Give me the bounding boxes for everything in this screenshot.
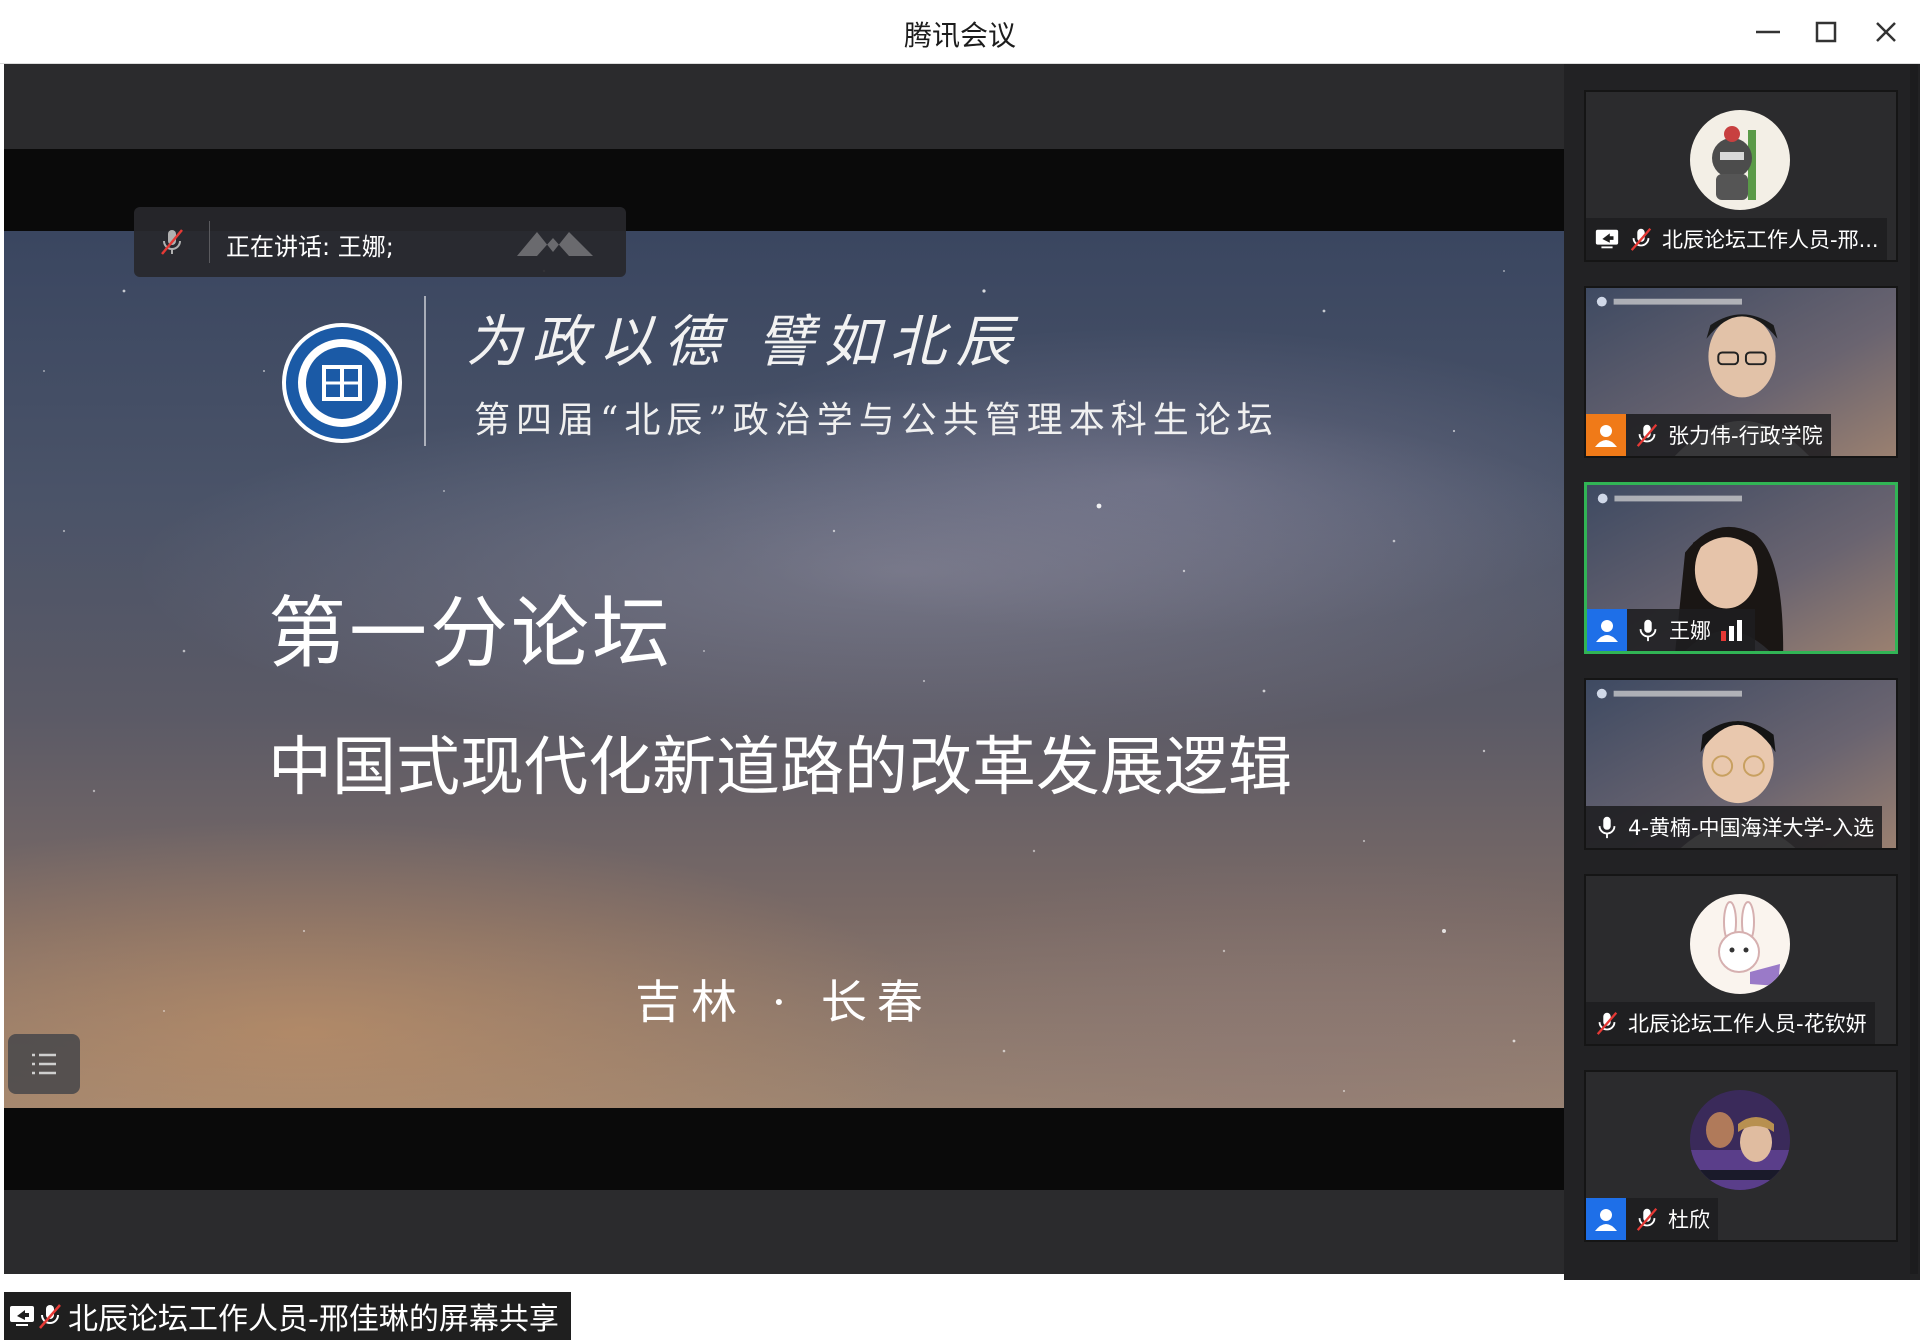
muted-mic-icon: [39, 1304, 61, 1329]
participant-tile[interactable]: 张力伟-行政学院: [1584, 286, 1898, 458]
sidebar-scrollbar[interactable]: [1910, 64, 1918, 1274]
participant-tag: 北辰论坛工作人员-花钦妍: [1586, 1002, 1875, 1044]
slide-sub-forum-title: 第一分论坛: [268, 589, 674, 679]
screen-share-owner: 北辰论坛工作人员-邢佳琳的屏幕共享: [68, 1302, 559, 1337]
participant-tile[interactable]: 北辰论坛工作人员-邢...: [1584, 90, 1898, 262]
participant-tag: 北辰论坛工作人员-邢...: [1586, 218, 1887, 260]
muted-mic-icon: [1596, 1012, 1618, 1035]
minimize-icon[interactable]: [1752, 16, 1784, 48]
speaking-text: 正在讲话: 王娜;: [226, 233, 394, 261]
avatar: [1690, 110, 1790, 210]
mic-icon: [1639, 619, 1657, 642]
avatar: [1690, 1090, 1790, 1190]
participant-name: 杜欣: [1668, 1208, 1710, 1232]
title-bar: 腾讯会议: [0, 0, 1920, 64]
participant-tile[interactable]: 杜欣: [1584, 1070, 1898, 1242]
participant-tile[interactable]: 北辰论坛工作人员-花钦妍: [1584, 874, 1898, 1046]
speaking-indicator: 正在讲话: 王娜;: [134, 207, 626, 277]
slide-slogan: 为政以德 譬如北辰: [466, 310, 1022, 375]
user-icon: [1595, 425, 1617, 447]
participant-name: 王娜: [1669, 619, 1711, 643]
tencent-meeting-logo-icon: [517, 232, 593, 256]
letterbox-bottom: [4, 1108, 1564, 1190]
muted-mic-icon: [1636, 1208, 1658, 1231]
participant-tag: 王娜: [1587, 609, 1755, 651]
user-badge: [1586, 414, 1626, 456]
muted-mic-icon: [161, 229, 183, 255]
participant-name: 4-黄楠-中国海洋大学-入选: [1628, 816, 1875, 840]
shared-screen-area: 为政以德 譬如北辰 第四届“北辰”政治学与公共管理本科生论坛 第一分论坛 中国式…: [4, 64, 1564, 1340]
close-icon[interactable]: [1870, 16, 1902, 48]
participant-tag: 张力伟-行政学院: [1586, 414, 1831, 456]
user-badge: [1586, 1198, 1626, 1240]
presentation-slide: 为政以德 譬如北辰 第四届“北辰”政治学与公共管理本科生论坛 第一分论坛 中国式…: [4, 231, 1564, 1108]
participant-name: 张力伟-行政学院: [1668, 424, 1823, 448]
slide-topic: 中国式现代化新道路的改革发展逻辑: [268, 731, 1292, 805]
participant-panel: 北辰论坛工作人员-邢... 张力伟-行政学院 王娜 4-黄楠-中国海洋大学-入选…: [1564, 64, 1920, 1280]
screen-share-icon: [10, 1306, 34, 1326]
avatar: [1690, 894, 1790, 994]
participant-name: 北辰论坛工作人员-花钦妍: [1628, 1012, 1867, 1036]
banner-separator: [209, 221, 210, 263]
participant-list-button[interactable]: [8, 1034, 80, 1094]
muted-mic-icon: [1630, 228, 1652, 251]
participant-tile[interactable]: 4-黄楠-中国海洋大学-入选: [1584, 678, 1898, 850]
network-signal-icon: [1721, 620, 1742, 641]
participant-name: 北辰论坛工作人员-邢...: [1662, 228, 1879, 252]
user-badge: [1587, 609, 1627, 651]
participant-tile-active-speaker[interactable]: 王娜: [1584, 482, 1898, 654]
slide-forum-name: 第四届“北辰”政治学与公共管理本科生论坛: [474, 400, 1279, 441]
maximize-icon[interactable]: [1810, 16, 1842, 48]
muted-mic-icon: [1636, 424, 1658, 447]
window-title: 腾讯会议: [903, 19, 1016, 52]
participant-tag: 杜欣: [1586, 1198, 1718, 1240]
user-icon: [1595, 1209, 1617, 1231]
mic-icon: [1598, 816, 1616, 839]
slide-place: 吉林 · 长春: [635, 975, 933, 1029]
screen-share-label: 北辰论坛工作人员-邢佳琳的屏幕共享: [4, 1292, 571, 1340]
slide-divider: [424, 296, 426, 446]
school-logo-icon: [282, 323, 402, 443]
user-icon: [1596, 620, 1618, 642]
list-icon: [32, 1053, 56, 1075]
screen-share-icon: [1595, 229, 1619, 249]
participant-tag: 4-黄楠-中国海洋大学-入选: [1586, 806, 1883, 848]
